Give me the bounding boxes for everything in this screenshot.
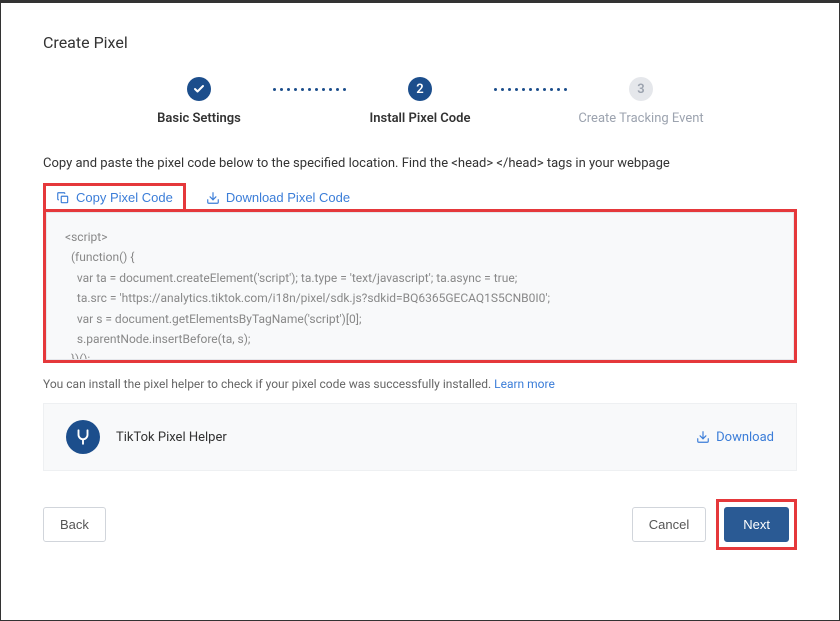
step-circle-done (187, 77, 211, 101)
step-label: Basic Settings (157, 111, 241, 126)
dialog-title: Create Pixel (43, 33, 797, 52)
step-create-tracking-event: 3 Create Tracking Event (571, 77, 711, 126)
helper-text-prefix: You can install the pixel helper to chec… (43, 377, 491, 391)
footer-right: Cancel Next (632, 499, 797, 550)
stepper: Basic Settings 2 Install Pixel Code 3 Cr… (43, 77, 797, 126)
helper-name: TikTok Pixel Helper (116, 430, 227, 445)
code-actions-row: Copy Pixel Code Download Pixel Code (43, 183, 797, 212)
copy-pixel-code-button[interactable]: Copy Pixel Code (43, 183, 186, 212)
learn-more-link[interactable]: Learn more (494, 377, 555, 391)
download-icon (696, 430, 710, 444)
create-pixel-dialog: Create Pixel Basic Settings 2 Install Pi… (0, 0, 840, 621)
plugin-icon (74, 428, 92, 446)
copy-label: Copy Pixel Code (76, 190, 173, 205)
helper-instruction: You can install the pixel helper to chec… (43, 377, 797, 391)
pixel-code-textarea[interactable]: <script> (function() { var ta = document… (46, 212, 794, 360)
footer-buttons: Back Cancel Next (43, 499, 797, 550)
step-connector (494, 77, 567, 101)
back-button[interactable]: Back (43, 507, 106, 542)
step-circle-active: 2 (408, 77, 432, 101)
step-install-pixel-code: 2 Install Pixel Code (350, 77, 490, 126)
step-circle-pending: 3 (629, 77, 653, 101)
step-basic-settings: Basic Settings (129, 77, 269, 126)
download-pixel-code-button[interactable]: Download Pixel Code (196, 183, 360, 212)
code-area-highlight: <script> (function() { var ta = document… (43, 209, 797, 363)
step-label: Create Tracking Event (578, 111, 703, 126)
pixel-helper-card: TikTok Pixel Helper Download (43, 403, 797, 471)
helper-download-label: Download (716, 430, 774, 445)
helper-download-button[interactable]: Download (696, 430, 774, 445)
checkmark-icon (193, 83, 205, 95)
cancel-button[interactable]: Cancel (632, 507, 706, 542)
copy-icon (56, 191, 70, 205)
helper-left: TikTok Pixel Helper (66, 420, 227, 454)
instruction-text: Copy and paste the pixel code below to t… (43, 156, 797, 171)
download-icon (206, 191, 220, 205)
step-connector (273, 77, 346, 101)
tiktok-pixel-helper-icon (66, 420, 100, 454)
next-button[interactable]: Next (724, 507, 789, 542)
download-label: Download Pixel Code (226, 190, 350, 205)
step-label: Install Pixel Code (370, 111, 471, 126)
next-button-highlight: Next (716, 499, 797, 550)
